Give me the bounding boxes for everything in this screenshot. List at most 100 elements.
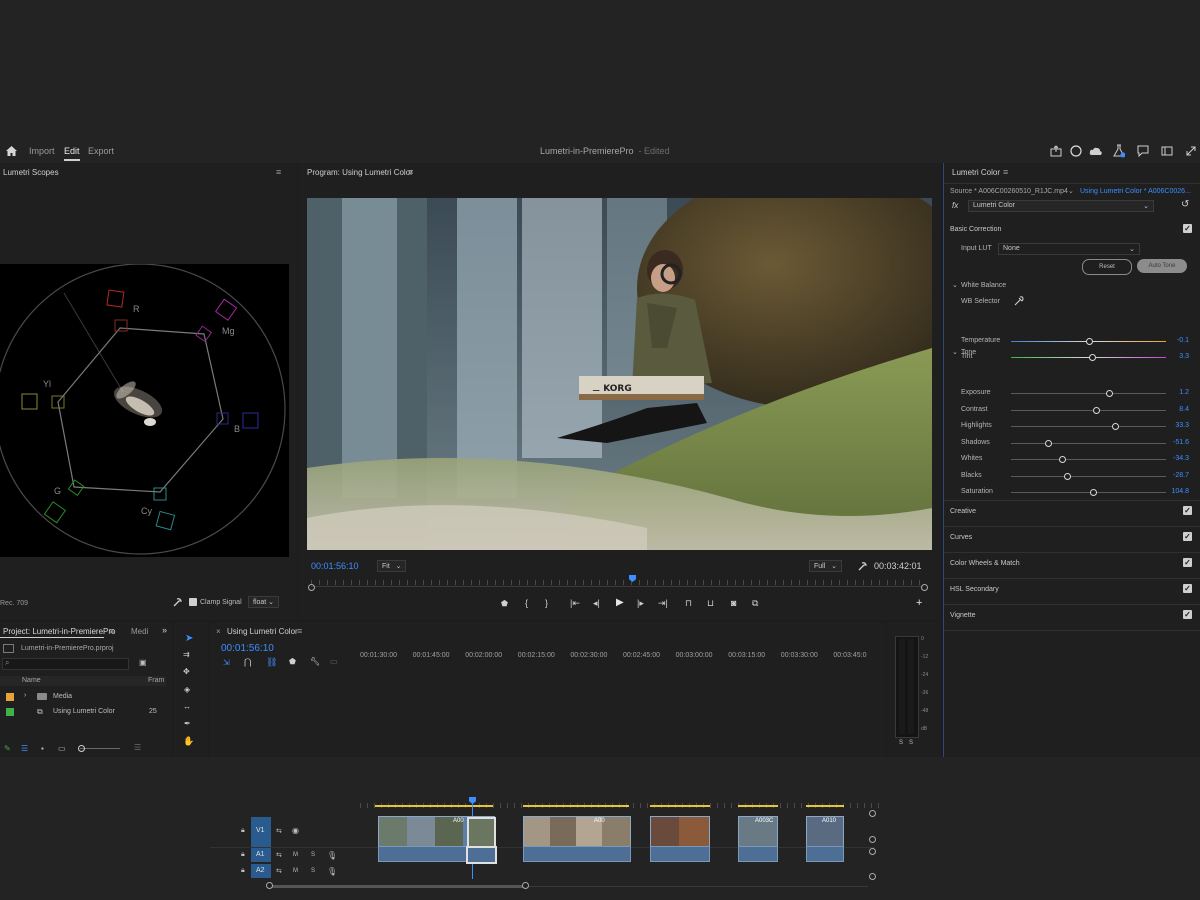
white-balance-header[interactable]: White Balance [961, 282, 1006, 289]
share-icon[interactable] [1050, 145, 1062, 157]
section-header[interactable]: Curves [950, 534, 972, 541]
slider-knob[interactable] [1111, 423, 1119, 430]
microphone-icon[interactable]: 🎙︎ [327, 851, 337, 860]
section-checkbox[interactable]: ✓ [1183, 584, 1192, 593]
go-to-in-icon[interactable]: |⇤ [570, 598, 580, 609]
timeline-settings-icon[interactable]: 🔧︎ [310, 657, 320, 666]
linked-selection-icon[interactable]: ⛓ [266, 657, 277, 668]
step-forward-icon[interactable]: |▸ [637, 598, 644, 609]
video-clip[interactable]: A00 [378, 816, 496, 849]
export-frame-icon[interactable]: ◙ [731, 598, 736, 608]
mark-in-icon[interactable]: { [525, 598, 528, 608]
selection-tool-icon[interactable]: ➤ [185, 633, 193, 644]
playback-scrubber[interactable] [311, 586, 923, 587]
list-item[interactable]: ⧉ Using Lumetri Color 25 [0, 706, 166, 718]
tab-export[interactable]: Export [88, 146, 114, 156]
mute-button[interactable]: M [293, 868, 298, 874]
section-checkbox[interactable]: ✓ [1183, 610, 1192, 619]
compare-view-icon[interactable]: ⧉ [752, 598, 758, 609]
solo-button[interactable]: S [311, 868, 315, 874]
settings-wrench-icon[interactable] [857, 561, 867, 571]
zoom-fit-dropdown[interactable]: Fit ⌄ [377, 560, 407, 572]
white-balance-chevron-icon[interactable]: ⌄ [952, 281, 958, 289]
column-name[interactable]: Name [22, 677, 41, 684]
slider-knob[interactable] [1063, 473, 1071, 480]
a1-source-patch[interactable]: A1 [251, 848, 271, 862]
solo-right-button[interactable]: S [909, 740, 913, 746]
program-menu-icon[interactable]: ≡ [408, 167, 413, 177]
section-header[interactable]: HSL Secondary [950, 586, 999, 593]
circle-status-icon[interactable] [1070, 145, 1082, 157]
section-header[interactable]: Color Wheels & Match [950, 560, 1020, 567]
slider-knob[interactable] [1105, 390, 1113, 397]
freeform-view-icon[interactable]: ▭ [58, 744, 66, 753]
scroll-end-handle[interactable] [522, 882, 529, 889]
mark-out-icon[interactable]: } [545, 598, 548, 608]
add-button-icon[interactable]: + [916, 597, 922, 609]
panel-layout-icon[interactable] [1161, 145, 1173, 157]
clamp-signal-checkbox[interactable] [189, 598, 197, 606]
lift-icon[interactable]: ⊓ [685, 598, 692, 609]
section-header[interactable]: Creative [950, 508, 976, 515]
step-back-icon[interactable]: ◂| [593, 598, 600, 609]
project-search-input[interactable]: ⌕ [2, 658, 129, 670]
slider-value[interactable]: -0.1 [1177, 337, 1189, 344]
slider-track[interactable] [1011, 456, 1166, 463]
section-header[interactable]: Vignette [950, 612, 976, 619]
slider-track[interactable] [1011, 423, 1166, 430]
snap-icon[interactable]: ⋂ [244, 657, 251, 668]
list-item[interactable]: › Media [0, 691, 166, 703]
vertical-scroll-handle[interactable] [869, 810, 876, 817]
slider-value[interactable]: 33.3 [1175, 422, 1189, 429]
scopes-menu-icon[interactable]: ≡ [276, 167, 281, 177]
solo-button[interactable]: S [311, 852, 315, 858]
fullscreen-icon[interactable] [1185, 145, 1197, 157]
ripple-edit-tool-icon[interactable]: ✥ [183, 667, 190, 676]
sort-icon[interactable]: ☰ [134, 743, 141, 752]
v1-source-patch[interactable]: V1 [251, 817, 271, 847]
timeline-timecode[interactable]: 00:01:56:10 [221, 643, 274, 654]
video-clip[interactable] [650, 816, 710, 848]
hand-tool-icon[interactable]: ✋ [183, 736, 194, 747]
sync-lock-icon[interactable]: ⇆ [276, 867, 282, 875]
eye-icon[interactable]: ◉ [292, 826, 299, 835]
slider-knob[interactable] [1088, 354, 1096, 361]
slip-tool-icon[interactable]: ↔ [183, 702, 191, 711]
vertical-scroll-handle[interactable] [869, 873, 876, 880]
extract-icon[interactable]: ⊔ [707, 598, 714, 609]
more-panels-icon[interactable]: » [162, 625, 167, 635]
source-clip-chevron-icon[interactable]: ⌄ [1068, 187, 1074, 195]
sequence-tab[interactable]: Using Lumetri Color [227, 627, 298, 636]
slider-track[interactable] [1011, 440, 1166, 447]
add-marker-icon[interactable]: ⬟ [501, 599, 508, 608]
a2-source-patch[interactable]: A2 [251, 864, 271, 878]
home-icon[interactable] [5, 145, 18, 157]
slider-value[interactable]: 3.3 [1179, 353, 1189, 360]
column-frame-rate[interactable]: Fram [148, 677, 164, 684]
nest-toggle-icon[interactable]: ⇲ [223, 658, 230, 667]
audio-clip[interactable] [378, 846, 468, 862]
video-clip[interactable]: A003C [738, 816, 778, 848]
expand-chevron-icon[interactable]: › [24, 692, 26, 699]
video-clip[interactable]: A00 [523, 816, 631, 848]
basic-correction-header[interactable]: Basic Correction [950, 226, 1001, 233]
solo-left-button[interactable]: S [899, 740, 903, 746]
scrubber-end-handle[interactable] [921, 584, 928, 591]
section-checkbox[interactable]: ✓ [1183, 532, 1192, 541]
basic-correction-checkbox[interactable]: ✓ [1183, 224, 1192, 233]
timeline-menu-icon[interactable]: ≡ [297, 626, 302, 636]
video-clip[interactable]: A010 [806, 816, 844, 848]
sync-lock-icon[interactable]: ⇆ [276, 827, 282, 835]
audio-clip[interactable] [650, 846, 710, 862]
project-menu-icon[interactable]: ≡ [109, 626, 114, 636]
slider-track[interactable] [1011, 338, 1166, 345]
slider-knob[interactable] [1045, 440, 1053, 447]
reset-button[interactable]: Reset [1082, 259, 1132, 275]
slider-value[interactable]: 1.2 [1179, 389, 1189, 396]
tone-chevron-icon[interactable]: ⌄ [952, 348, 958, 356]
pen-tool-icon[interactable]: ✒ [184, 719, 191, 728]
tab-import[interactable]: Import [29, 146, 55, 156]
list-view-icon[interactable]: ☰ [21, 744, 28, 753]
comments-icon[interactable] [1137, 145, 1149, 157]
sequence-clip-label[interactable]: Using Lumetri Color * A006C0026... [1080, 188, 1191, 195]
